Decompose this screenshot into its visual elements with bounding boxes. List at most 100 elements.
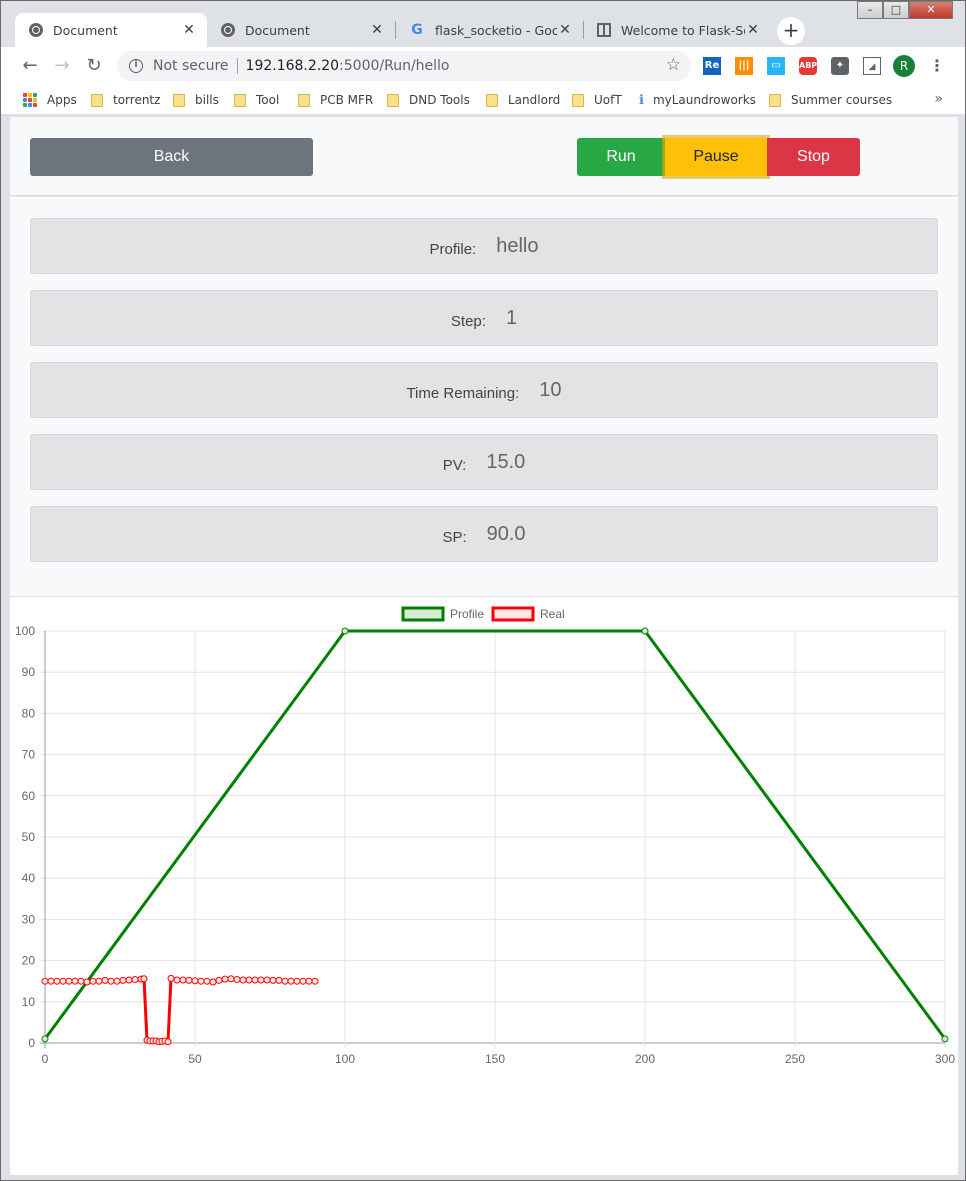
data-point-real xyxy=(215,976,223,984)
bookmark-uoft[interactable]: UofT xyxy=(572,91,622,109)
data-point-profile xyxy=(341,627,349,635)
more-menu-icon[interactable]: ⋮ xyxy=(929,55,945,77)
reload-icon[interactable]: ↻ xyxy=(81,53,107,79)
bookmarks-bar: Apps torrentz bills Tool PCB MFR DND Too… xyxy=(1,85,965,115)
close-window-icon[interactable]: ✕ xyxy=(909,1,953,19)
window-controls: – □ ✕ xyxy=(857,1,953,21)
new-tab-button[interactable]: + xyxy=(777,17,805,45)
bookmark-apps[interactable]: Apps xyxy=(23,91,77,109)
folder-icon xyxy=(91,93,103,107)
data-point-real xyxy=(41,977,49,985)
maximize-icon[interactable]: □ xyxy=(883,1,909,19)
run-button[interactable]: Run xyxy=(577,138,665,176)
extensions-puzzle-icon[interactable]: ✦ xyxy=(831,57,849,75)
bookmark-bills[interactable]: bills xyxy=(173,91,219,109)
sp-label: SP: xyxy=(442,528,467,546)
forward-arrow-icon[interactable]: → xyxy=(49,53,75,79)
bookmark-label: Apps xyxy=(47,93,77,107)
sp-value: 90.0 xyxy=(486,522,526,545)
folder-icon xyxy=(173,93,185,107)
pause-button[interactable]: Pause xyxy=(665,138,767,176)
data-point-real xyxy=(287,977,295,985)
folder-icon xyxy=(298,93,310,107)
data-point-real xyxy=(179,976,187,984)
x-tick-label: 300 xyxy=(935,1052,955,1066)
data-point-real xyxy=(281,977,289,985)
time-remaining-row: Time Remaining: 10 xyxy=(30,362,938,418)
close-tab-icon[interactable]: ✕ xyxy=(745,22,761,38)
chart-canvas: 0 10 20 30 40 50 60 70 80 90 100 0 50 100 150 200 250 300… xyxy=(15,606,955,1066)
back-arrow-icon[interactable]: ← xyxy=(17,53,43,79)
x-tick-label: 200 xyxy=(635,1052,655,1066)
data-point-real xyxy=(59,977,67,985)
bookmark-summer-courses[interactable]: Summer courses xyxy=(769,91,892,109)
bookmark-tool[interactable]: Tool xyxy=(234,91,279,109)
data-point-real xyxy=(107,977,115,985)
data-point-real xyxy=(305,977,313,985)
x-tick-label: 100 xyxy=(335,1052,355,1066)
bookmark-pcb-mfr[interactable]: PCB MFR xyxy=(298,91,373,109)
series-line-real xyxy=(45,976,315,1044)
status-panel: Profile: hello Step: 1 Time Remaining: 1… xyxy=(10,199,958,597)
url-host: 192.168.2.20 xyxy=(245,58,340,74)
data-point-real xyxy=(125,976,133,984)
legend-label-real: Real xyxy=(540,607,565,621)
data-point-real xyxy=(185,976,193,984)
data-point-real xyxy=(95,977,103,985)
y-tick-label: 90 xyxy=(22,665,36,679)
profile-avatar[interactable]: R xyxy=(893,55,915,77)
address-bar[interactable]: i Not secure 192.168.2.20 :5000/Run/hell… xyxy=(117,51,691,81)
soundwave-extension-icon[interactable]: ||| xyxy=(735,57,753,75)
y-tick-label: 20 xyxy=(22,954,36,968)
tab-document-2[interactable]: Document ✕ xyxy=(207,13,395,47)
pin-icon: ℹ xyxy=(639,92,644,108)
y-tick-label: 0 xyxy=(28,1036,35,1050)
bookmark-landlord[interactable]: Landlord xyxy=(486,91,560,109)
readcube-extension-icon[interactable]: Re xyxy=(703,57,721,75)
bookmarks-overflow-icon[interactable]: » xyxy=(934,91,943,107)
y-tick-label: 80 xyxy=(22,706,36,720)
info-icon[interactable]: i xyxy=(129,59,143,73)
x-tick-label: 250 xyxy=(785,1052,805,1066)
bookmark-mylaundroworks[interactable]: ℹ myLaundroworks xyxy=(639,91,756,109)
minimize-icon[interactable]: – xyxy=(857,1,883,19)
data-point-real xyxy=(239,976,247,984)
close-tab-icon[interactable]: ✕ xyxy=(369,22,385,38)
close-tab-icon[interactable]: ✕ xyxy=(557,22,573,38)
data-point-real xyxy=(251,976,259,984)
adblock-plus-icon[interactable]: ABP xyxy=(799,57,817,75)
time-remaining-value: 10 xyxy=(539,378,562,401)
time-remaining-label: Time Remaining: xyxy=(406,384,520,402)
tab-document-1[interactable]: Document ✕ xyxy=(15,13,207,47)
bookmark-label: Landlord xyxy=(508,93,561,107)
data-point-real xyxy=(311,977,319,985)
profile-row: Profile: hello xyxy=(30,218,938,274)
bookmark-label: UofT xyxy=(594,93,622,107)
bookmark-torrentz[interactable]: torrentz xyxy=(91,91,160,109)
data-point-real xyxy=(227,975,235,983)
data-point-real xyxy=(53,977,61,985)
google-icon: G xyxy=(411,22,423,38)
stop-button[interactable]: Stop xyxy=(767,138,860,176)
bookmark-dnd-tools[interactable]: DND Tools xyxy=(387,91,470,109)
bookmark-star-icon[interactable]: ☆ xyxy=(666,55,681,75)
legend-swatch-profile xyxy=(401,606,445,622)
x-tick-label: 0 xyxy=(42,1052,49,1066)
data-point-real xyxy=(119,976,127,984)
pv-value: 15.0 xyxy=(486,450,526,473)
data-point-real xyxy=(275,976,283,984)
y-tick-label: 30 xyxy=(22,912,36,926)
close-tab-icon[interactable]: ✕ xyxy=(181,22,197,38)
data-point-real xyxy=(233,976,241,984)
cast-icon[interactable]: ◢ xyxy=(863,57,881,75)
data-point-real xyxy=(293,977,301,985)
data-point-real xyxy=(203,977,211,985)
back-button[interactable]: Back xyxy=(30,138,313,176)
tab-welcome-flask-socketio[interactable]: Welcome to Flask-Sock ✕ xyxy=(583,13,771,47)
window-extension-icon[interactable]: ▭ xyxy=(767,57,785,75)
legend-swatch-real xyxy=(491,606,535,622)
tab-flask-socketio-google[interactable]: G flask_socketio - Google ✕ xyxy=(395,13,583,47)
book-icon xyxy=(597,23,611,37)
control-bar: Back Run Pause Stop xyxy=(10,117,958,197)
bookmark-label: myLaundroworks xyxy=(652,93,756,107)
